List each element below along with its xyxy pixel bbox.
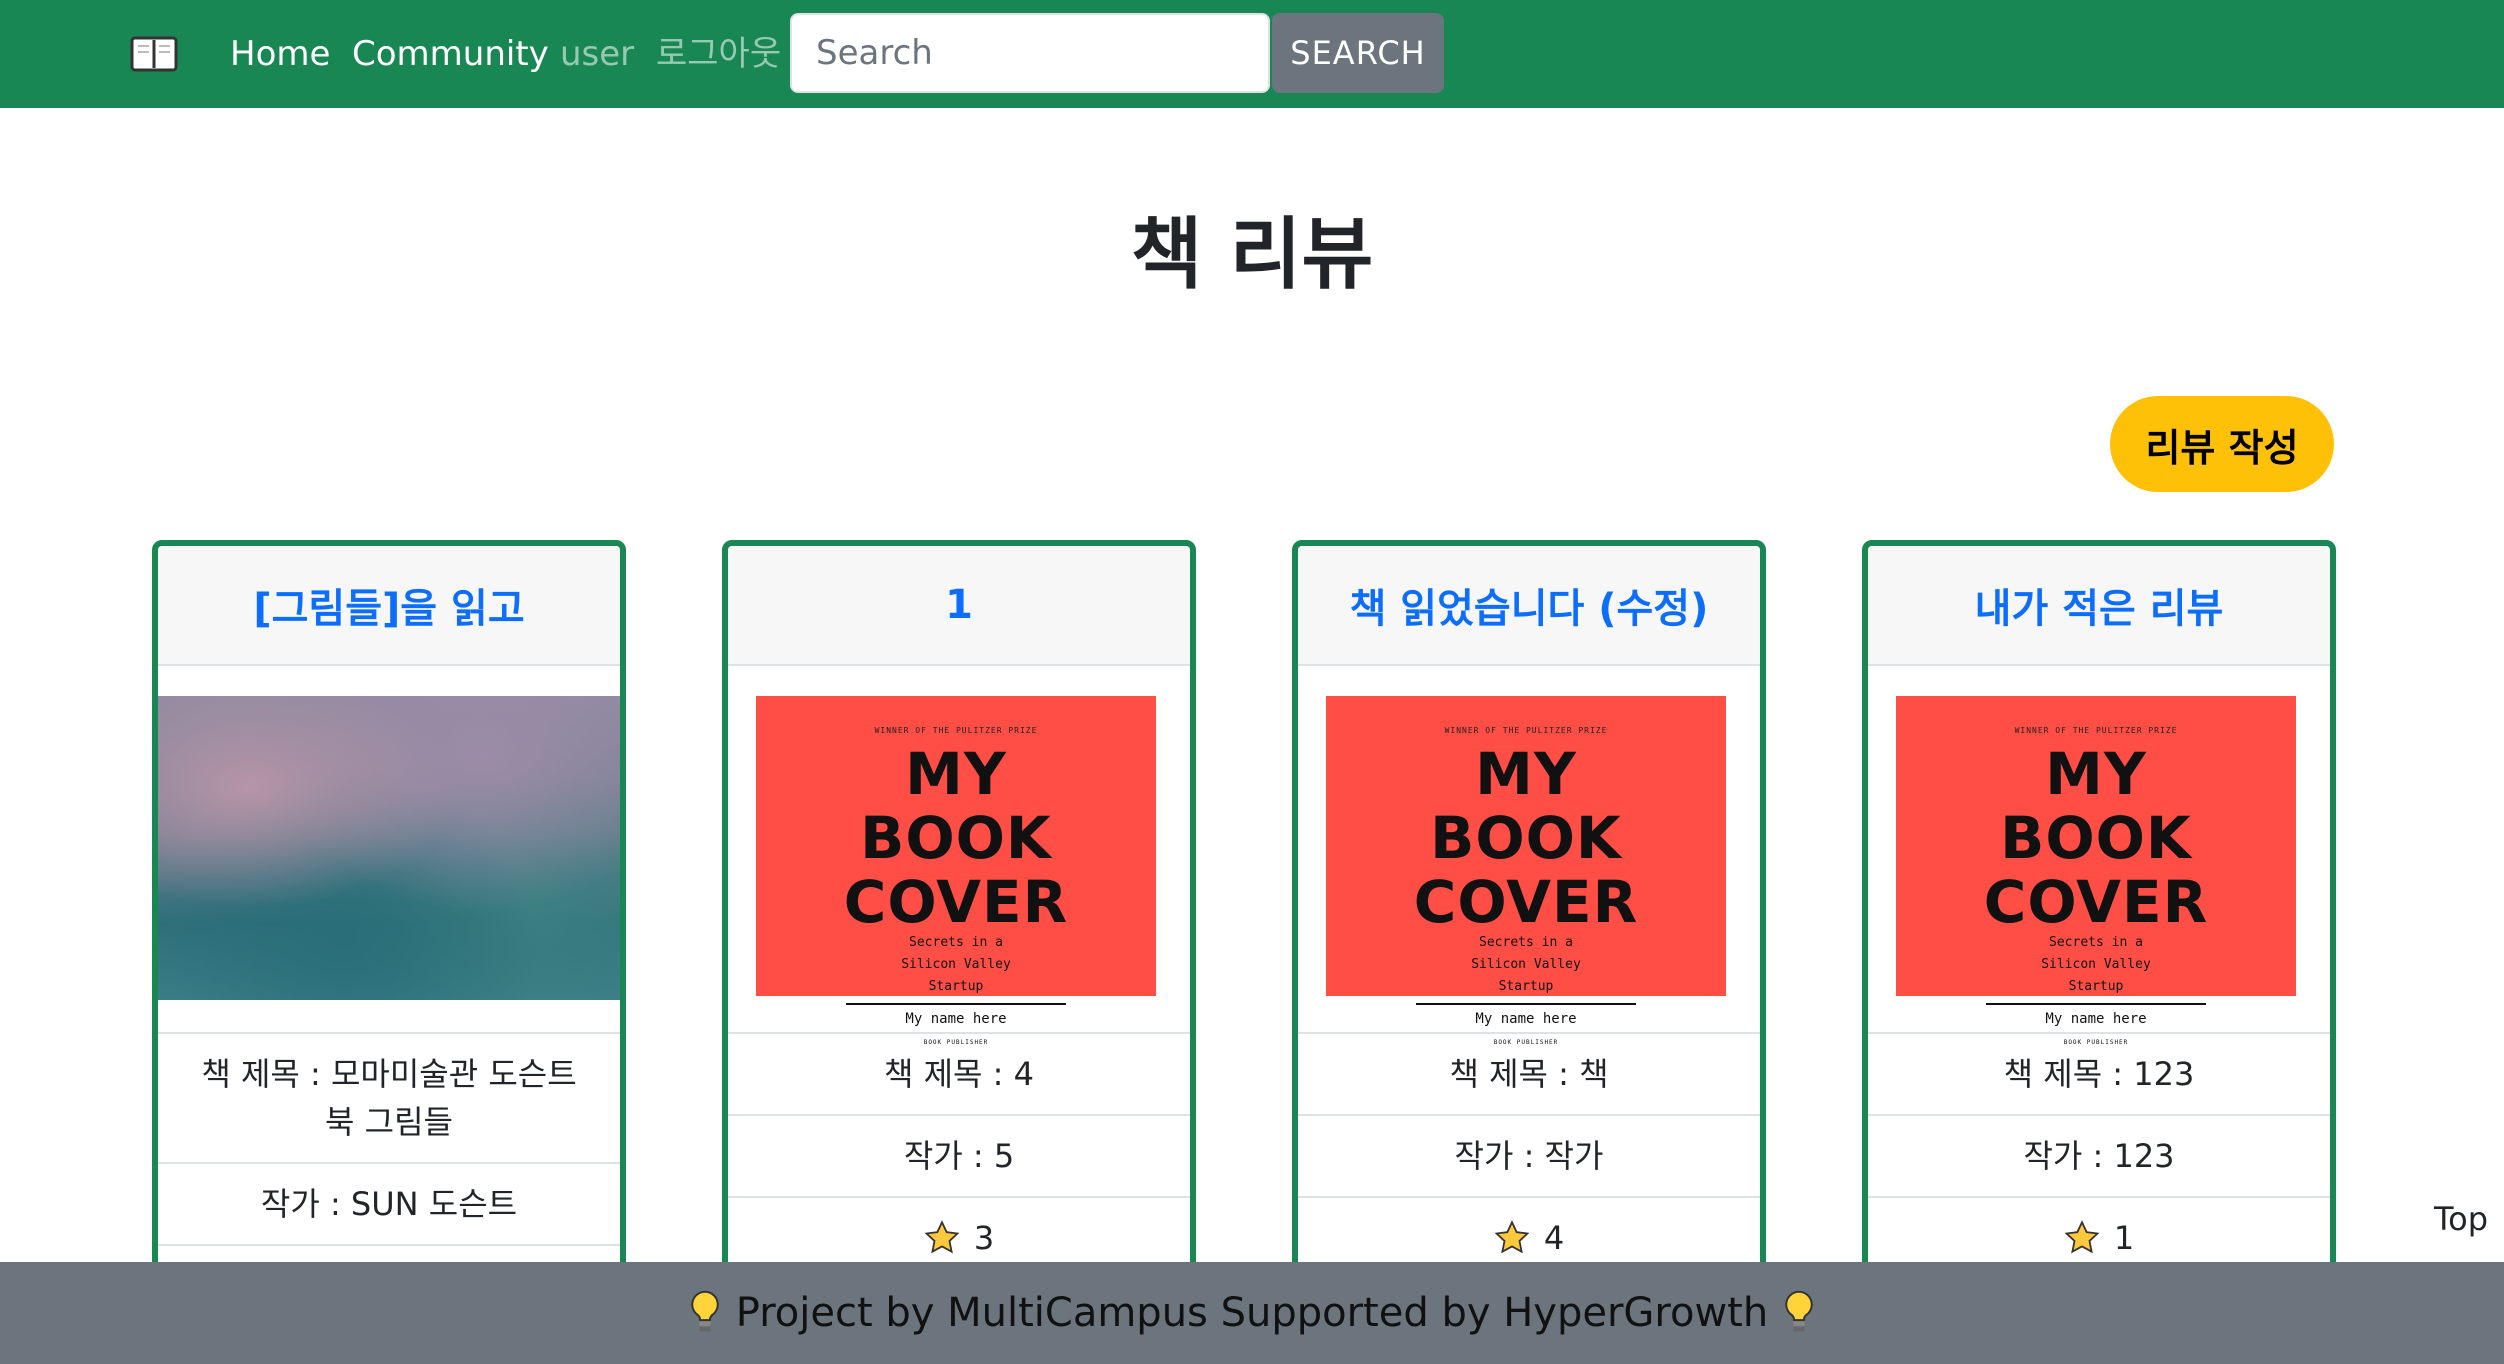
cover-line2: BOOK (1430, 804, 1622, 872)
lightbulb-icon (1785, 1290, 1813, 1332)
star-icon (1494, 1220, 1530, 1254)
cover-line2: BOOK (2000, 804, 2192, 872)
rating-value: 1 (2113, 1219, 2135, 1257)
author-row: 작가 : SUN 도슨트 (158, 1164, 620, 1246)
cover-divider (1986, 1003, 2206, 1005)
cover-subtitle1: Secrets in a (909, 935, 1003, 950)
card-header: 내가 적은 리뷰 (1868, 546, 2330, 666)
page-title: 책 리뷰 (1130, 210, 1374, 300)
cover-line3: COVER (1413, 868, 1639, 936)
review-title-link[interactable]: 책 읽었습니다 (수정) (1350, 576, 1709, 634)
book-cover-image: WINNER OF THE PULITZER PRIZE MY BOOK COV… (1326, 696, 1726, 1046)
book-cover-image: WINNER OF THE PULITZER PRIZE MY BOOK COV… (756, 696, 1156, 1046)
review-title-link[interactable]: 내가 적은 리뷰 (1975, 576, 2224, 634)
cover-prize: WINNER OF THE PULITZER PRIZE (2014, 726, 2178, 735)
write-review-button[interactable]: 리뷰 작성 (2110, 396, 2334, 492)
cover-subtitle2: Silicon Valley (2041, 957, 2151, 972)
cover-line1: MY (1475, 740, 1577, 808)
cover-subtitle3: Startup (928, 979, 984, 994)
book-cover-image: WINNER OF THE PULITZER PRIZE MY BOOK COV… (1896, 696, 2296, 1046)
star-icon (2064, 1220, 2100, 1254)
nav-user-link[interactable]: user (560, 30, 634, 78)
card-image-area: WINNER OF THE PULITZER PRIZE MY BOOK COV… (1298, 666, 1760, 1046)
rating-value: 4 (1543, 1219, 1565, 1257)
author-row: 작가 : 123 (1868, 1116, 2330, 1198)
review-title-link[interactable]: 1 (945, 582, 973, 628)
nav-community-link[interactable]: Community (352, 30, 549, 78)
cover-line3: COVER (843, 868, 1069, 936)
cover-author-name: My name here (2045, 1011, 2147, 1027)
cover-line2: BOOK (860, 804, 1052, 872)
rating-value: 3 (973, 1219, 995, 1257)
card-header: 책 읽었습니다 (수정) (1298, 546, 1760, 666)
search-input[interactable] (790, 13, 1270, 93)
footer: Project by MultiCampus Supported by Hype… (0, 1262, 2504, 1364)
cover-line3: COVER (1983, 868, 2209, 936)
book-title-row: 책 제목 : 책 (1298, 1034, 1760, 1116)
author-row: 작가 : 5 (728, 1116, 1190, 1198)
book-title-row: 책 제목 : 123 (1868, 1034, 2330, 1116)
book-title-row: 책 제목 : 모마미술관 도슨트 북 그림들 (158, 1034, 620, 1164)
scroll-top-link[interactable]: Top (2434, 1200, 2488, 1238)
cover-publisher: BOOK PUBLISHER (2063, 1039, 2129, 1046)
search-button[interactable]: SEARCH (1272, 13, 1444, 93)
lightbulb-icon (691, 1290, 719, 1332)
nav-home-link[interactable]: Home (230, 30, 330, 78)
cover-subtitle1: Secrets in a (2049, 935, 2143, 950)
cover-publisher: BOOK PUBLISHER (1493, 1039, 1559, 1046)
cover-divider (846, 1003, 1066, 1005)
cover-subtitle2: Silicon Valley (901, 957, 1011, 972)
cover-subtitle3: Startup (1498, 979, 1554, 994)
nav-logout-link[interactable]: 로그아웃 (656, 30, 781, 78)
cover-subtitle3: Startup (2068, 979, 2124, 994)
cover-prize: WINNER OF THE PULITZER PRIZE (1444, 726, 1608, 735)
cover-divider (1416, 1003, 1636, 1005)
cover-author-name: My name here (905, 1011, 1007, 1027)
footer-text: Project by MultiCampus Supported by Hype… (735, 1290, 1769, 1336)
review-card: [그림들]을 읽고 책 제목 : 모마미술관 도슨트 북 그림들 작가 : SU… (152, 540, 626, 1340)
star-icon (924, 1220, 960, 1254)
cover-author-name: My name here (1475, 1011, 1577, 1027)
cover-subtitle2: Silicon Valley (1471, 957, 1581, 972)
card-header: [그림들]을 읽고 (158, 546, 620, 666)
cover-subtitle1: Secrets in a (1479, 935, 1573, 950)
cover-line1: MY (905, 740, 1007, 808)
painting-image (158, 696, 620, 1000)
card-header: 1 (728, 546, 1190, 666)
review-card: 책 읽었습니다 (수정) WINNER OF THE PULITZER PRIZ… (1292, 540, 1766, 1340)
book-icon[interactable] (130, 34, 178, 74)
navbar: Home Community user 로그아웃 SEARCH (0, 0, 2504, 108)
cover-line1: MY (2045, 740, 2147, 808)
review-card: 내가 적은 리뷰 WINNER OF THE PULITZER PRIZE MY… (1862, 540, 2336, 1340)
review-card: 1 WINNER OF THE PULITZER PRIZE MY BOOK C… (722, 540, 1196, 1340)
cover-prize: WINNER OF THE PULITZER PRIZE (874, 726, 1038, 735)
card-image-area (158, 666, 620, 1034)
cover-publisher: BOOK PUBLISHER (923, 1039, 989, 1046)
review-title-link[interactable]: [그림들]을 읽고 (253, 576, 524, 634)
card-image-area: WINNER OF THE PULITZER PRIZE MY BOOK COV… (1868, 666, 2330, 1046)
author-row: 작가 : 작가 (1298, 1116, 1760, 1198)
book-title-row: 책 제목 : 4 (728, 1034, 1190, 1116)
card-image-area: WINNER OF THE PULITZER PRIZE MY BOOK COV… (728, 666, 1190, 1046)
